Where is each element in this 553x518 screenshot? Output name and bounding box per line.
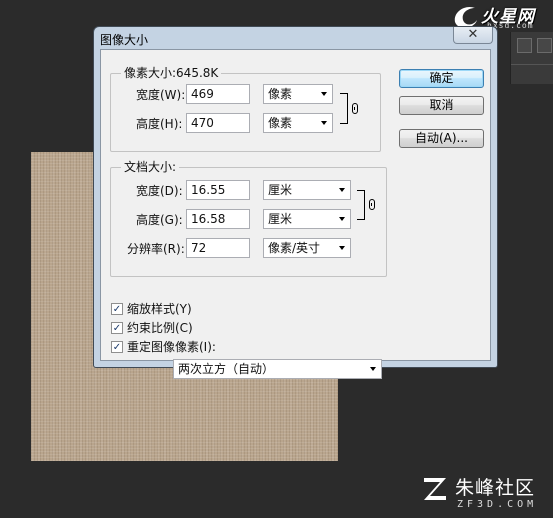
doc-height-unit-select[interactable]: 厘米: [263, 209, 351, 229]
chevron-down-icon: [321, 121, 327, 125]
chevron-down-icon: [370, 367, 376, 371]
link-chain-icon: [352, 103, 358, 114]
doc-width-unit-select[interactable]: 厘米: [263, 180, 351, 200]
pixel-height-label: 高度(H):: [136, 117, 183, 131]
resolution-unit: 像素/英寸: [268, 241, 321, 255]
link-bracket: [357, 190, 365, 220]
pixel-height-input[interactable]: 470: [186, 113, 250, 133]
chevron-down-icon: [321, 92, 327, 96]
link-bracket: [340, 93, 348, 124]
panel-tool-icon[interactable]: [537, 38, 552, 53]
close-icon: ✕: [467, 27, 479, 42]
side-panel: [510, 32, 553, 84]
dialog-titlebar[interactable]: 图像大小 ✕: [94, 27, 497, 49]
doc-width-unit: 厘米: [268, 183, 293, 197]
pixel-height-unit-select[interactable]: 像素: [263, 113, 333, 133]
resample-image-label: 重定图像像素(I):: [127, 340, 216, 354]
resample-method-select[interactable]: 两次立方（自动）: [173, 359, 382, 379]
checkbox-box[interactable]: ✓: [111, 303, 123, 315]
panel-tool-icon[interactable]: [517, 38, 532, 53]
doc-width-input[interactable]: 16.55: [186, 180, 250, 200]
scale-styles-label: 缩放样式(Y): [127, 302, 192, 316]
doc-width-label: 宽度(D):: [136, 184, 183, 198]
checkbox-box[interactable]: ✓: [111, 341, 123, 353]
pixel-width-input[interactable]: 469: [186, 84, 250, 104]
chevron-down-icon: [339, 217, 345, 221]
document-size-title: 文档大小:: [121, 160, 180, 174]
doc-height-unit: 厘米: [268, 212, 293, 226]
zf3d-watermark: 朱峰社区 ZF3D.COM: [419, 470, 553, 518]
image-size-dialog: 图像大小 ✕ 像素大小:645.8K 宽度(W): 469 像素 高度(H): …: [93, 26, 498, 379]
watermark-en: ZF3D.COM: [457, 499, 538, 510]
link-chain-icon: [369, 199, 375, 210]
pixel-height-unit: 像素: [268, 116, 293, 130]
constrain-proportions-label: 约束比例(C): [127, 321, 193, 335]
resolution-unit-select[interactable]: 像素/英寸: [263, 238, 351, 258]
checkbox-box[interactable]: ✓: [111, 322, 123, 334]
divider: [511, 64, 553, 65]
watermark-cn: 朱峰社区: [455, 477, 536, 499]
pixel-dimensions-title: 像素大小:645.8K: [121, 66, 222, 80]
z-logo-icon: [424, 478, 446, 500]
auto-button[interactable]: 自动(A)...: [399, 129, 484, 148]
chevron-down-icon: [339, 188, 345, 192]
resample-method-value: 两次立方（自动）: [178, 362, 275, 376]
cancel-button[interactable]: 取消: [399, 96, 484, 115]
close-button[interactable]: ✕: [453, 27, 493, 44]
dialog-title: 图像大小: [100, 33, 149, 47]
chevron-down-icon: [339, 246, 345, 250]
ok-button[interactable]: 确定: [399, 69, 484, 88]
document-size-group: 文档大小: 宽度(D): 16.55 厘米 高度(G): 16.58 厘米 分辨…: [110, 160, 387, 277]
pixel-width-unit-select[interactable]: 像素: [263, 84, 333, 104]
pixel-dimensions-group: 像素大小:645.8K 宽度(W): 469 像素 高度(H): 470 像素: [110, 66, 381, 152]
doc-height-input[interactable]: 16.58: [186, 209, 250, 229]
pixel-width-label: 宽度(W):: [136, 88, 186, 102]
pixel-width-unit: 像素: [268, 87, 293, 101]
resolution-input[interactable]: 72: [186, 238, 250, 258]
dialog-client-area: 像素大小:645.8K 宽度(W): 469 像素 高度(H): 470 像素 …: [100, 49, 491, 379]
doc-height-label: 高度(G):: [136, 213, 183, 227]
resolution-label: 分辨率(R):: [127, 242, 185, 256]
